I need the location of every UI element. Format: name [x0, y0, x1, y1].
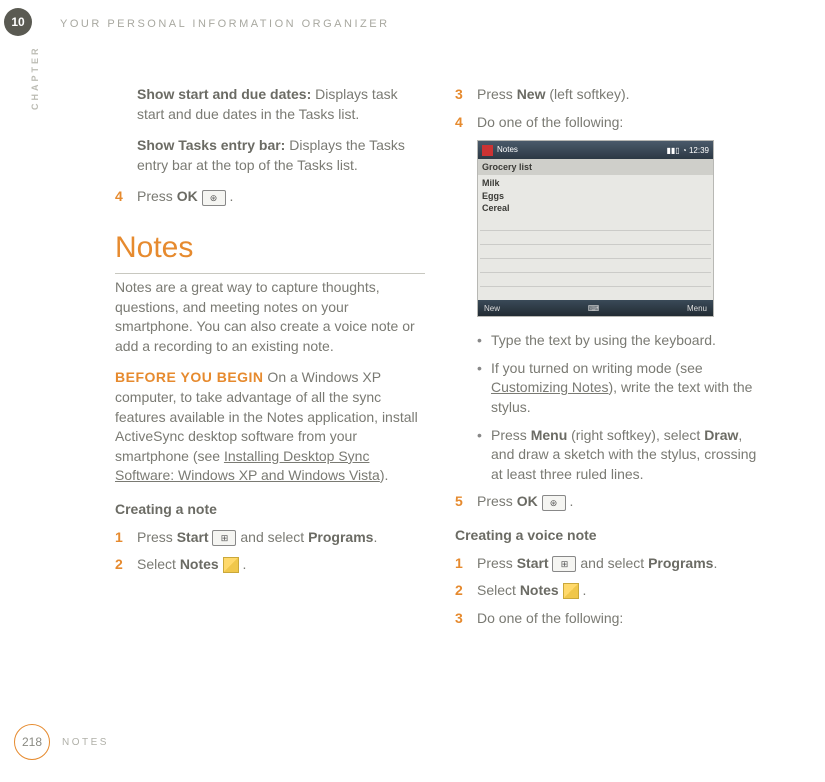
start-icon: ⊞ — [212, 530, 236, 546]
ok-button-icon: ⊛ — [542, 495, 566, 511]
ss-line: Milk — [482, 177, 709, 190]
step-number: 5 — [455, 492, 477, 512]
notes-label: Notes — [520, 582, 559, 598]
show-tasks-label: Show Tasks entry bar: — [137, 137, 285, 153]
ss-softkey-left: New — [484, 303, 500, 314]
programs-label: Programs — [648, 555, 713, 571]
ss-note-body: Milk Eggs Cereal — [478, 175, 713, 217]
text: Press — [137, 529, 177, 545]
create-step-1: 1 Press Start ⊞ and select Programs. — [115, 528, 425, 548]
text: and select — [236, 529, 308, 545]
step-4-left: 4 Press OK ⊛ . — [115, 187, 425, 207]
bullet-2: • If you turned on writing mode (see Cus… — [455, 359, 765, 418]
ss-line: Cereal — [482, 202, 709, 215]
device-screenshot: Notes ▮▮▯ ◔ 12:39 Grocery list Milk Eggs… — [477, 140, 714, 317]
bullet-3: • Press Menu (right softkey), select Dra… — [455, 426, 765, 485]
before-text-b: ). — [380, 467, 389, 483]
chapter-label: CHAPTER — [30, 45, 40, 110]
notes-app-icon — [563, 583, 579, 599]
text: If you turned on writing mode (see — [491, 360, 703, 376]
ok-label: OK — [177, 188, 198, 204]
page-number: 218 — [14, 724, 50, 760]
voice-step-2: 2 Select Notes . — [455, 581, 765, 601]
text: Press — [491, 427, 531, 443]
notes-app-icon — [223, 557, 239, 573]
text: (left softkey). — [545, 86, 629, 102]
step-number: 2 — [455, 581, 477, 601]
text: Type the text by using the keyboard. — [491, 331, 765, 351]
step-number: 4 — [455, 113, 477, 133]
ss-keyboard-icon: ⌨ — [588, 303, 600, 314]
step-number: 1 — [115, 528, 137, 548]
step-number: 1 — [455, 554, 477, 574]
ss-line: Eggs — [482, 190, 709, 203]
voice-step-3: 3 Do one of the following: — [455, 609, 765, 629]
programs-label: Programs — [308, 529, 373, 545]
creating-voice-note-head: Creating a voice note — [455, 526, 765, 546]
text: and select — [576, 555, 648, 571]
show-tasks-para: Show Tasks entry bar: Displays the Tasks… — [115, 136, 425, 175]
step-number: 3 — [455, 85, 477, 105]
bullet-1: • Type the text by using the keyboard. — [455, 331, 765, 351]
show-dates-label: Show start and due dates: — [137, 86, 311, 102]
notes-label: Notes — [180, 556, 219, 572]
text: Select — [477, 582, 520, 598]
ss-note-title: Grocery list — [478, 159, 713, 175]
text: Do one of the following: — [477, 113, 765, 133]
text: Press — [477, 555, 517, 571]
bullet-dot: • — [477, 359, 491, 418]
page-footer: 218 NOTES — [0, 724, 109, 760]
menu-label: Menu — [531, 427, 568, 443]
before-label: BEFORE YOU BEGIN — [115, 369, 264, 385]
ok-button-icon: ⊛ — [202, 190, 226, 206]
text: Select — [137, 556, 180, 572]
windows-flag-icon — [482, 145, 493, 156]
new-label: New — [517, 86, 546, 102]
ss-app-title: Notes — [497, 145, 518, 154]
left-column: Show start and due dates: Displays task … — [115, 85, 425, 636]
step-number: 4 — [115, 187, 137, 207]
text: Press — [137, 188, 177, 204]
right-column: 3 Press New (left softkey). 4 Do one of … — [455, 85, 765, 636]
create-step-5: 5 Press OK ⊛ . — [455, 492, 765, 512]
footer-section-label: NOTES — [62, 737, 109, 748]
chapter-number-badge: 10 — [4, 8, 32, 36]
text: Do one of the following: — [477, 609, 765, 629]
step-number: 2 — [115, 555, 137, 575]
start-icon: ⊞ — [552, 556, 576, 572]
creating-a-note-head: Creating a note — [115, 500, 425, 520]
start-label: Start — [517, 555, 549, 571]
ok-label: OK — [517, 493, 538, 509]
show-dates-para: Show start and due dates: Displays task … — [115, 85, 425, 124]
notes-intro: Notes are a great way to capture thought… — [115, 278, 425, 356]
bullet-dot: • — [477, 426, 491, 485]
step-number: 3 — [455, 609, 477, 629]
ss-softkey-bar: New ⌨ Menu — [478, 300, 713, 316]
text: Press — [477, 493, 517, 509]
running-head: YOUR PERSONAL INFORMATION ORGANIZER — [0, 0, 825, 30]
create-step-2: 2 Select Notes . — [115, 555, 425, 575]
bullet-dot: • — [477, 331, 491, 351]
text: Press — [477, 86, 517, 102]
start-label: Start — [177, 529, 209, 545]
create-step-4: 4 Do one of the following: — [455, 113, 765, 133]
text: (right softkey), select — [567, 427, 704, 443]
notes-heading: Notes — [115, 227, 425, 274]
draw-label: Draw — [704, 427, 738, 443]
ss-statusbar: Notes ▮▮▯ ◔ 12:39 — [478, 141, 713, 159]
before-you-begin: BEFORE YOU BEGIN On a Windows XP compute… — [115, 368, 425, 486]
voice-step-1: 1 Press Start ⊞ and select Programs. — [455, 554, 765, 574]
customizing-notes-link[interactable]: Customizing Notes — [491, 379, 609, 395]
ss-softkey-right: Menu — [687, 303, 707, 314]
ss-status-right: ▮▮▯ ◔ 12:39 — [666, 145, 709, 156]
create-step-3: 3 Press New (left softkey). — [455, 85, 765, 105]
